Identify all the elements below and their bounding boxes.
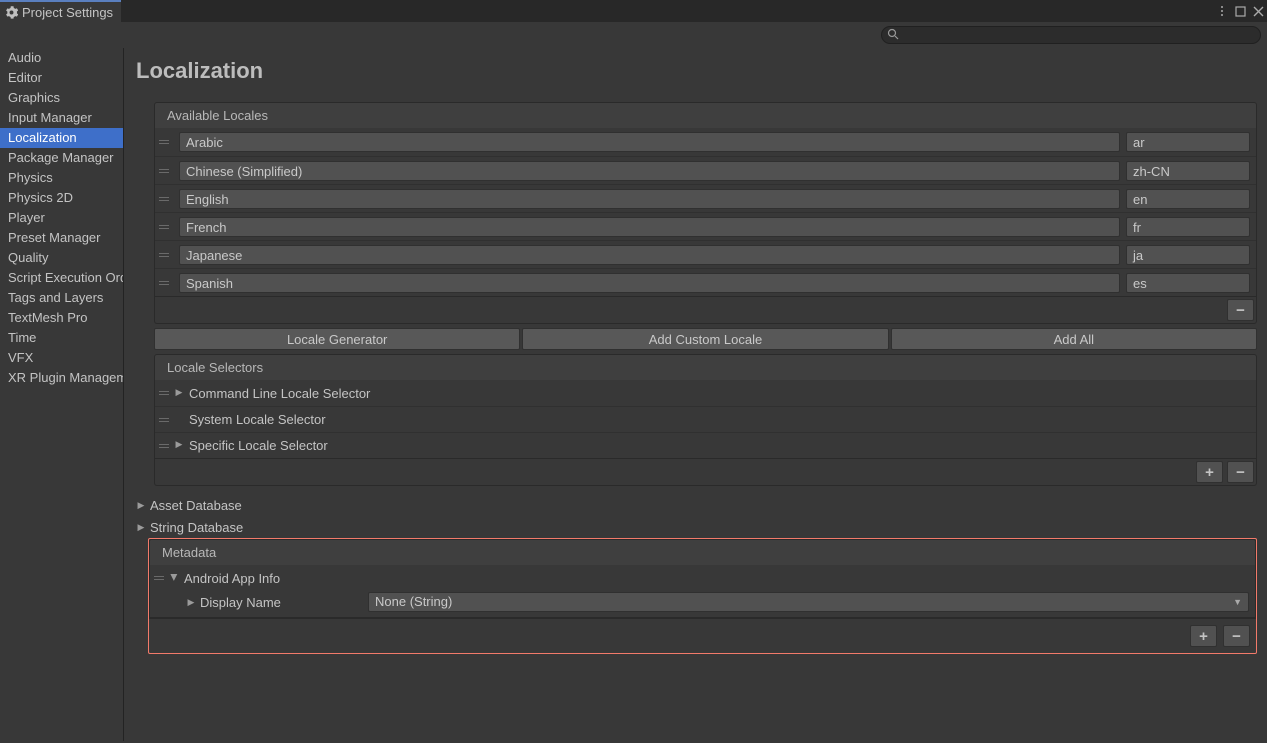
- locale-code-field[interactable]: en: [1126, 189, 1250, 209]
- metadata-footer: + −: [149, 618, 1256, 653]
- locale-row: Spanish es: [155, 268, 1256, 296]
- available-locales-header: Available Locales: [154, 102, 1257, 128]
- remove-selector-button[interactable]: −: [1227, 461, 1254, 483]
- chevron-down-icon: ▼: [1233, 592, 1242, 612]
- locale-row: Chinese (Simplified) zh-CN: [155, 156, 1256, 184]
- tab-title: Project Settings: [22, 5, 113, 20]
- sidebar-item-tags-layers[interactable]: Tags and Layers: [0, 288, 123, 308]
- locale-code-field[interactable]: ja: [1126, 245, 1250, 265]
- foldout-arrow-icon[interactable]: ▶: [184, 597, 198, 608]
- locale-row: French fr: [155, 212, 1256, 240]
- main-panel: Localization Available Locales Arabic ar…: [124, 48, 1267, 741]
- settings-sidebar: Audio Editor Graphics Input Manager Loca…: [0, 48, 124, 741]
- locale-selectors-panel: Locale Selectors ▶ Command Line Locale S…: [154, 354, 1257, 486]
- sidebar-item-physics[interactable]: Physics: [0, 168, 123, 188]
- locale-generator-button[interactable]: Locale Generator: [154, 328, 520, 350]
- locale-name-field[interactable]: English: [179, 189, 1120, 209]
- locale-name-field[interactable]: Japanese: [179, 245, 1120, 265]
- settings-gear-icon: [4, 5, 18, 19]
- sidebar-item-script-execution[interactable]: Script Execution Order: [0, 268, 123, 288]
- locale-code-field[interactable]: ar: [1126, 132, 1250, 152]
- drag-handle-icon[interactable]: [150, 576, 168, 580]
- sidebar-item-player[interactable]: Player: [0, 208, 123, 228]
- metadata-header: Metadata: [149, 539, 1256, 565]
- drag-handle-icon[interactable]: [155, 140, 173, 144]
- add-all-button[interactable]: Add All: [891, 328, 1257, 350]
- search-icon: [887, 28, 899, 40]
- locale-name-field[interactable]: Spanish: [179, 273, 1120, 293]
- remove-locale-button[interactable]: −: [1227, 299, 1254, 321]
- project-settings-tab[interactable]: Project Settings: [0, 0, 121, 22]
- remove-metadata-button[interactable]: −: [1223, 625, 1250, 647]
- metadata-android-row: ▶ Android App Info: [150, 565, 1255, 591]
- sidebar-item-preset-manager[interactable]: Preset Manager: [0, 228, 123, 248]
- android-app-info-label: Android App Info: [180, 571, 280, 586]
- window-tab-bar: Project Settings: [0, 0, 1267, 22]
- foldout-arrow-icon[interactable]: ▶: [173, 387, 185, 398]
- add-selector-button[interactable]: +: [1196, 461, 1223, 483]
- display-name-value: None (String): [375, 592, 452, 612]
- foldout-arrow-icon[interactable]: ▶: [169, 571, 180, 583]
- display-name-label: Display Name: [198, 595, 358, 610]
- string-database-label: String Database: [148, 520, 243, 535]
- locale-selectors-header: Locale Selectors: [154, 354, 1257, 380]
- search-input[interactable]: [881, 26, 1261, 44]
- locale-name-field[interactable]: Arabic: [179, 132, 1120, 152]
- close-icon[interactable]: [1249, 2, 1267, 20]
- asset-database-row[interactable]: ▶ Asset Database: [134, 494, 1257, 516]
- locale-code-field[interactable]: fr: [1126, 217, 1250, 237]
- sidebar-item-localization[interactable]: Localization: [0, 128, 123, 148]
- add-metadata-button[interactable]: +: [1190, 625, 1217, 647]
- selector-label: System Locale Selector: [185, 412, 326, 427]
- context-menu-icon[interactable]: [1213, 2, 1231, 20]
- sidebar-item-editor[interactable]: Editor: [0, 68, 123, 88]
- sidebar-item-input-manager[interactable]: Input Manager: [0, 108, 123, 128]
- sidebar-item-xr-plugin[interactable]: XR Plugin Management: [0, 368, 123, 388]
- locale-row: English en: [155, 184, 1256, 212]
- drag-handle-icon[interactable]: [155, 253, 173, 257]
- sidebar-item-vfx[interactable]: VFX: [0, 348, 123, 368]
- locale-code-field[interactable]: es: [1126, 273, 1250, 293]
- page-title: Localization: [136, 58, 1257, 84]
- locale-name-field[interactable]: Chinese (Simplified): [179, 161, 1120, 181]
- locale-row: Arabic ar: [155, 128, 1256, 156]
- selector-row: System Locale Selector: [155, 406, 1256, 432]
- sidebar-item-quality[interactable]: Quality: [0, 248, 123, 268]
- metadata-panel: Metadata ▶ Android App Info ▶ Display Na…: [148, 538, 1257, 654]
- drag-handle-icon[interactable]: [155, 444, 173, 448]
- locale-name-field[interactable]: French: [179, 217, 1120, 237]
- sidebar-item-time[interactable]: Time: [0, 328, 123, 348]
- selector-row: ▶ Command Line Locale Selector: [155, 380, 1256, 406]
- selector-row: ▶ Specific Locale Selector: [155, 432, 1256, 458]
- foldout-arrow-icon[interactable]: ▶: [173, 439, 185, 450]
- selector-label: Command Line Locale Selector: [185, 386, 370, 401]
- add-custom-locale-button[interactable]: Add Custom Locale: [522, 328, 888, 350]
- display-name-row: ▶ Display Name None (String) ▼: [150, 591, 1255, 617]
- search-bar: [0, 22, 1267, 48]
- drag-handle-icon[interactable]: [155, 169, 173, 173]
- locale-code-field[interactable]: zh-CN: [1126, 161, 1250, 181]
- maximize-icon[interactable]: [1231, 2, 1249, 20]
- drag-handle-icon[interactable]: [155, 225, 173, 229]
- drag-handle-icon[interactable]: [155, 418, 173, 422]
- string-database-row[interactable]: ▶ String Database: [134, 516, 1257, 538]
- drag-handle-icon[interactable]: [155, 197, 173, 201]
- display-name-dropdown[interactable]: None (String) ▼: [368, 592, 1249, 612]
- sidebar-item-physics-2d[interactable]: Physics 2D: [0, 188, 123, 208]
- locale-row: Japanese ja: [155, 240, 1256, 268]
- drag-handle-icon[interactable]: [155, 391, 173, 395]
- available-locales-panel: Available Locales Arabic ar Chinese (Sim…: [154, 102, 1257, 324]
- asset-database-label: Asset Database: [148, 498, 242, 513]
- foldout-arrow-icon[interactable]: ▶: [134, 522, 148, 533]
- selector-label: Specific Locale Selector: [185, 438, 328, 453]
- foldout-arrow-icon[interactable]: ▶: [134, 500, 148, 511]
- sidebar-item-graphics[interactable]: Graphics: [0, 88, 123, 108]
- locale-action-row: Locale Generator Add Custom Locale Add A…: [154, 328, 1257, 350]
- sidebar-item-audio[interactable]: Audio: [0, 48, 123, 68]
- sidebar-item-textmesh-pro[interactable]: TextMesh Pro: [0, 308, 123, 328]
- drag-handle-icon[interactable]: [155, 281, 173, 285]
- sidebar-item-package-manager[interactable]: Package Manager: [0, 148, 123, 168]
